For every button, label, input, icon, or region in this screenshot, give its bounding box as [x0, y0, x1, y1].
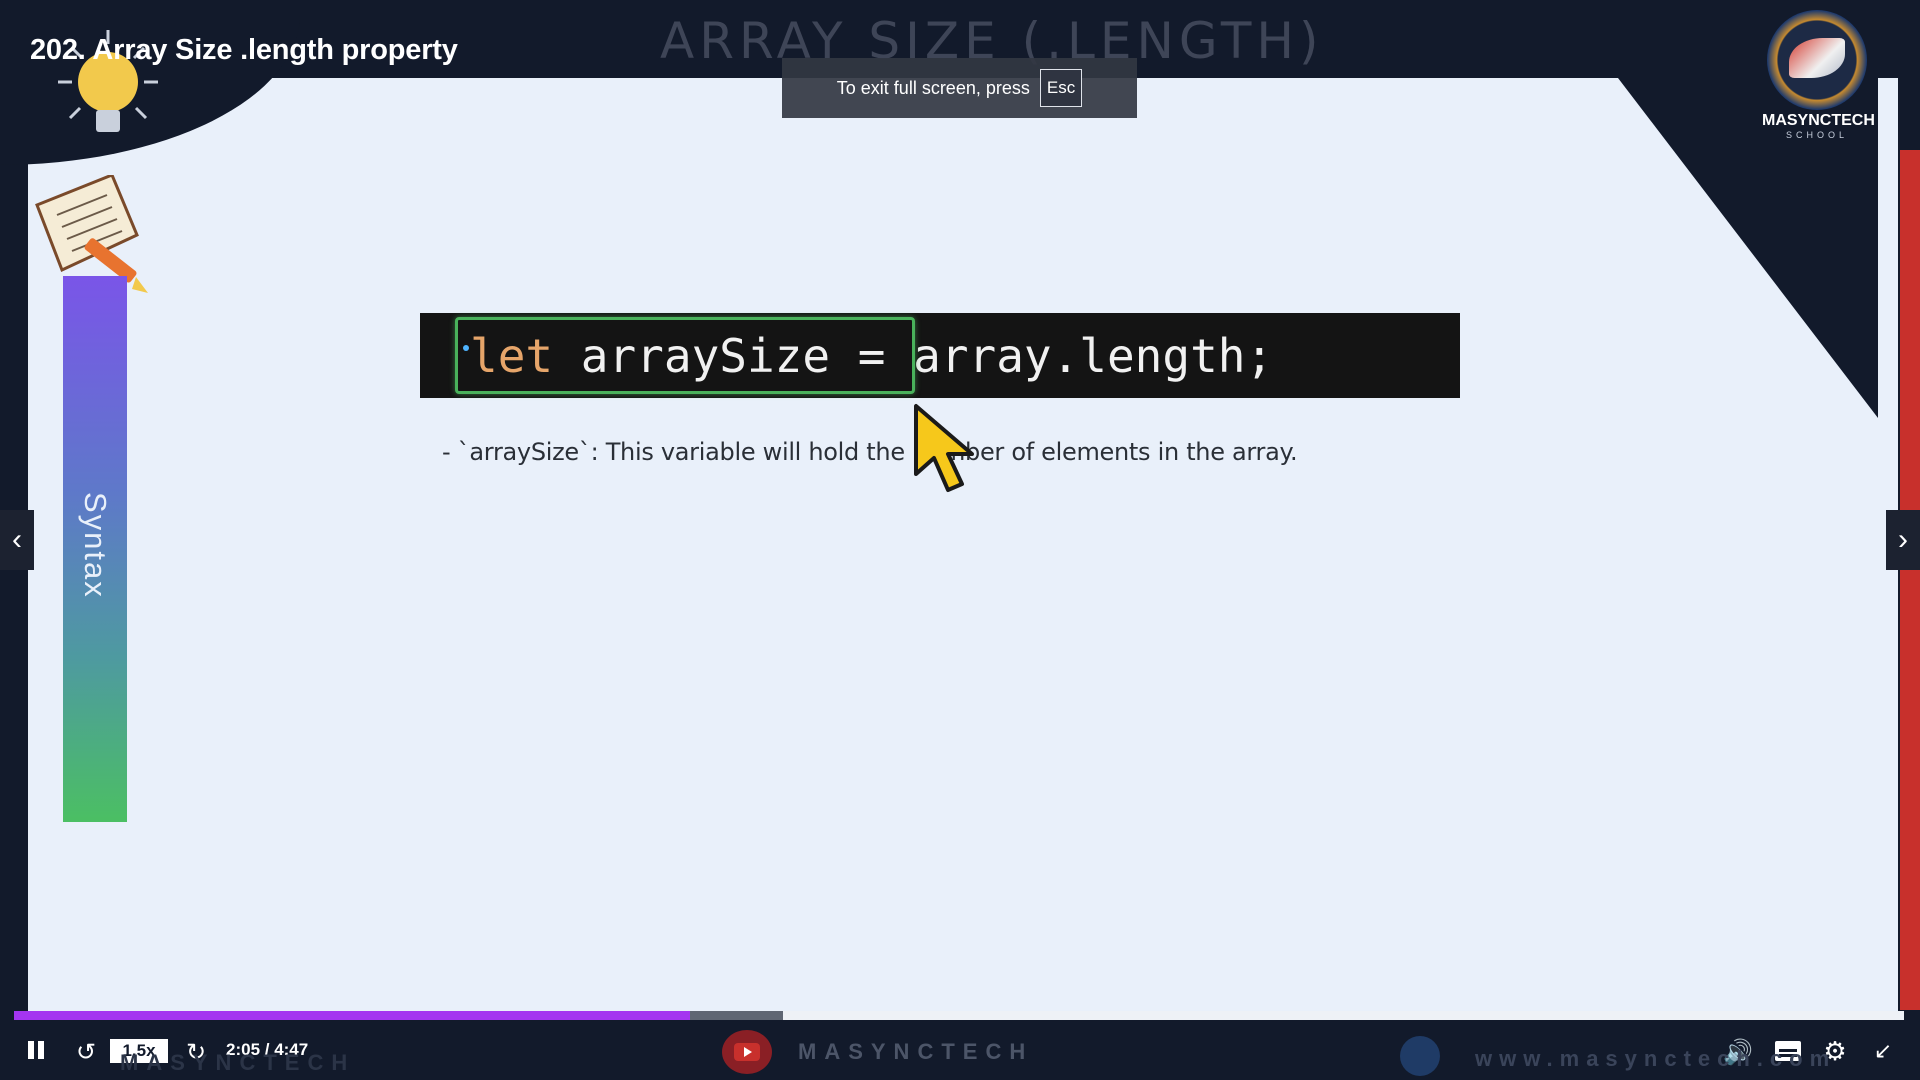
toast-message: To exit full screen, press: [836, 77, 1030, 98]
previous-button[interactable]: ‹: [0, 510, 34, 570]
logo-name: MASYNCTECH: [1762, 112, 1875, 129]
video-title: 202. Array Size .length property: [30, 34, 458, 66]
pause-icon: [26, 1040, 46, 1064]
watermark-brand-text: MASYNCTECH: [798, 1039, 1034, 1064]
esc-key-badge: Esc: [1039, 69, 1083, 107]
chevron-left-icon: ‹: [12, 523, 22, 556]
logo-subtitle: SCHOOL: [1785, 130, 1848, 140]
mouse-cursor-icon: [914, 404, 974, 492]
watermark-url: www.masynctech.com: [1475, 1046, 1837, 1071]
code-snippet: let arraySize = array.length;: [420, 313, 1460, 398]
slide-note: - `arraySize`: This variable will hold t…: [442, 438, 1298, 466]
youtube-icon: [722, 1030, 772, 1074]
fullscreen-toast: To exit full screen, press Esc: [782, 58, 1137, 118]
brand-logo: MASYNCTECH SCHOOL: [1762, 10, 1875, 140]
next-button[interactable]: ›: [1886, 510, 1920, 570]
code-highlight-box: [455, 317, 915, 394]
exit-fullscreen-icon: ↙: [1873, 1038, 1893, 1063]
watermark-brand-left: MASYNCTECH: [120, 1050, 356, 1075]
code-marker-dot: [463, 345, 469, 351]
syntax-label: Syntax: [78, 491, 113, 599]
progress-played: [14, 1011, 690, 1020]
watermark-brand: MASYNCTECH: [722, 1030, 1033, 1074]
slide-canvas: [28, 78, 1898, 1016]
exit-fullscreen-button[interactable]: ↙: [1868, 1036, 1898, 1066]
rewind-icon: ↺: [75, 1038, 97, 1066]
pause-button[interactable]: [24, 1040, 48, 1064]
chevron-right-icon: ›: [1898, 523, 1908, 556]
globe-icon: [1400, 1036, 1440, 1076]
rewind-button[interactable]: ↺: [72, 1038, 100, 1066]
logo-emblem: [1767, 10, 1867, 110]
slide-edge-accent: [1900, 150, 1920, 1010]
